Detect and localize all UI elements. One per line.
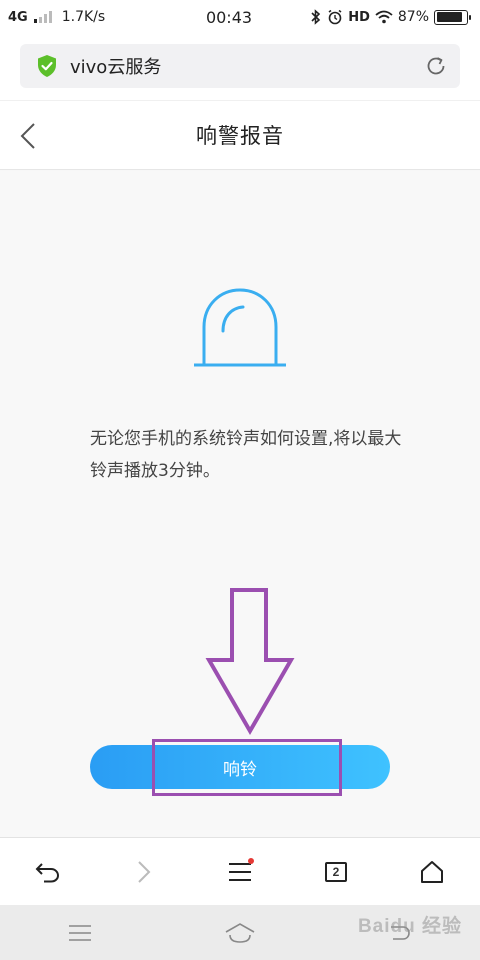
wifi-icon <box>375 10 393 24</box>
nav-home-button[interactable] <box>220 913 260 953</box>
bell-icon <box>194 288 286 367</box>
battery-fill <box>436 12 462 22</box>
reload-icon[interactable] <box>424 54 448 78</box>
bluetooth-icon <box>311 9 321 25</box>
notification-dot <box>248 857 254 864</box>
tabs-icon: 2 <box>325 861 347 882</box>
status-right: HD 87% <box>298 9 471 25</box>
alarm-icon <box>328 9 342 25</box>
menu-button[interactable] <box>216 848 264 896</box>
battery-percent: 87% <box>397 9 429 25</box>
site-name: vivo云服务 <box>70 57 162 78</box>
address-bar-area: vivo云服务 <box>0 34 480 100</box>
status-bar: 4G 1.7K/s 00:43 HD 87% <box>0 0 480 34</box>
browser-toolbar: 2 <box>0 837 480 905</box>
nav-menu-icon <box>69 924 91 941</box>
back-arrow-icon <box>35 862 60 882</box>
shield-icon <box>38 55 56 77</box>
description-text: 无论您手机的系统铃声如何设置,将以最大铃声播放3分钟。 <box>90 429 402 481</box>
back-button[interactable] <box>24 848 72 896</box>
forward-button[interactable] <box>120 848 168 896</box>
home-button[interactable] <box>408 848 456 896</box>
watermark: Baidu 经验 <box>357 916 462 937</box>
network-type: 4G <box>8 9 28 25</box>
hd-indicator: HD <box>348 9 370 25</box>
page-header: 响警报音 <box>0 100 480 170</box>
home-icon <box>421 860 443 883</box>
nav-menu-button[interactable] <box>60 913 100 953</box>
down-arrow-annotation <box>205 588 295 735</box>
forward-arrow-icon <box>138 860 151 883</box>
tabs-button[interactable]: 2 <box>312 848 360 896</box>
nav-home-icon <box>225 922 255 943</box>
battery-icon <box>434 9 471 25</box>
signal-icon <box>33 11 52 23</box>
clock: 00:43 <box>205 7 253 27</box>
status-left: 4G 1.7K/s <box>8 9 168 25</box>
page-title: 响警报音 <box>196 124 284 148</box>
highlight-annotation <box>152 739 342 796</box>
back-icon[interactable] <box>14 121 44 151</box>
address-bar[interactable]: vivo云服务 <box>20 44 460 88</box>
menu-icon <box>229 862 251 881</box>
main-content: 无论您手机的系统铃声如何设置,将以最大铃声播放3分钟。 响铃 <box>0 171 480 837</box>
network-speed: 1.7K/s <box>61 9 106 25</box>
